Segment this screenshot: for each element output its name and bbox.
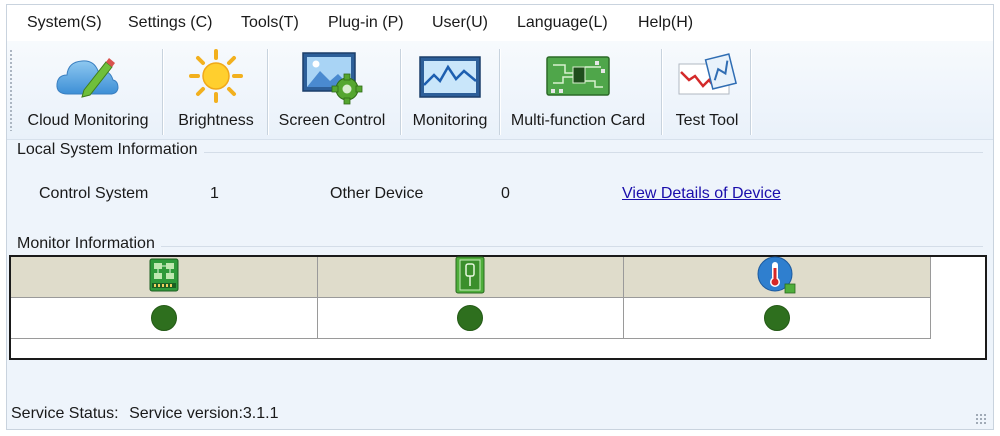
menu-help[interactable]: Help(H) bbox=[638, 14, 693, 32]
control-system-value: 1 bbox=[210, 185, 219, 202]
monitor-header-cell bbox=[624, 256, 931, 299]
toolbar-separator bbox=[400, 49, 402, 135]
monitor-status-cell bbox=[318, 298, 625, 338]
service-status-label: Service Status: bbox=[11, 405, 119, 422]
monitor-status-cell bbox=[11, 298, 318, 338]
menu-plugin[interactable]: Plug-in (P) bbox=[328, 14, 404, 32]
sending-card-icon bbox=[454, 256, 486, 299]
monitor-table bbox=[9, 255, 987, 360]
circuit-board-icon bbox=[543, 45, 613, 107]
menu-settings[interactable]: Settings (C) bbox=[128, 14, 212, 32]
receiving-card-icon bbox=[148, 258, 180, 297]
status-bar: Service Status: Service version:3.1.1 bbox=[11, 405, 278, 423]
toolbar-separator bbox=[162, 49, 164, 135]
cloud-monitoring-label: Cloud Monitoring bbox=[27, 112, 149, 129]
status-indicator bbox=[457, 305, 484, 331]
menu-tools[interactable]: Tools(T) bbox=[241, 14, 299, 32]
screen-control-label: Screen Control bbox=[278, 112, 386, 129]
other-device-label: Other Device bbox=[330, 185, 424, 202]
monitor-title: Monitor Information bbox=[17, 235, 161, 253]
monitoring-label: Monitoring bbox=[412, 112, 488, 129]
status-indicator bbox=[764, 305, 791, 331]
brightness-button[interactable]: Brightness bbox=[167, 41, 265, 139]
monitor-header-row bbox=[11, 256, 931, 299]
main-window: System(S) Settings (C) Tools(T) Plug-in … bbox=[6, 4, 994, 430]
monitor-status-row bbox=[11, 297, 931, 339]
toolbar-separator bbox=[750, 49, 752, 135]
test-chart-icon bbox=[672, 45, 742, 107]
local-system-title: Local System Information bbox=[17, 141, 204, 159]
multifunction-card-label: Multi-function Card bbox=[510, 112, 646, 129]
brightness-label: Brightness bbox=[178, 112, 254, 129]
screen-settings-icon bbox=[297, 45, 367, 107]
monitor-chart-icon bbox=[415, 45, 485, 107]
cloud-monitoring-button[interactable]: Cloud Monitoring bbox=[21, 41, 155, 139]
test-tool-button[interactable]: Test Tool bbox=[665, 41, 749, 139]
monitor-status-cell bbox=[624, 298, 931, 338]
status-indicator bbox=[150, 305, 177, 331]
menu-system[interactable]: System(S) bbox=[27, 14, 102, 32]
menu-language[interactable]: Language(L) bbox=[517, 14, 608, 32]
menu-user[interactable]: User(U) bbox=[432, 14, 488, 32]
control-system-label: Control System bbox=[39, 185, 149, 202]
monitor-frame bbox=[17, 246, 983, 247]
other-device-value: 0 bbox=[501, 185, 510, 202]
resize-grip[interactable] bbox=[975, 413, 987, 425]
test-tool-label: Test Tool bbox=[675, 112, 739, 129]
monitoring-button[interactable]: Monitoring bbox=[404, 41, 496, 139]
toolbar-separator bbox=[267, 49, 269, 135]
screen-control-button[interactable]: Screen Control bbox=[271, 41, 393, 139]
temperature-icon bbox=[757, 256, 797, 299]
sun-icon bbox=[181, 45, 251, 107]
monitor-header-cell bbox=[11, 257, 318, 297]
view-details-link[interactable]: View Details of Device bbox=[622, 185, 781, 203]
toolbar-separator bbox=[661, 49, 663, 135]
menu-bar: System(S) Settings (C) Tools(T) Plug-in … bbox=[7, 5, 993, 41]
toolbar: Cloud Monitoring Brightness Screen Contr… bbox=[7, 41, 993, 140]
multifunction-card-button[interactable]: Multi-function Card bbox=[503, 41, 653, 139]
monitor-header-cell bbox=[318, 256, 625, 299]
cloud-icon bbox=[53, 45, 123, 107]
service-version: Service version:3.1.1 bbox=[129, 405, 279, 422]
toolbar-grip[interactable] bbox=[10, 49, 12, 131]
toolbar-separator bbox=[499, 49, 501, 135]
